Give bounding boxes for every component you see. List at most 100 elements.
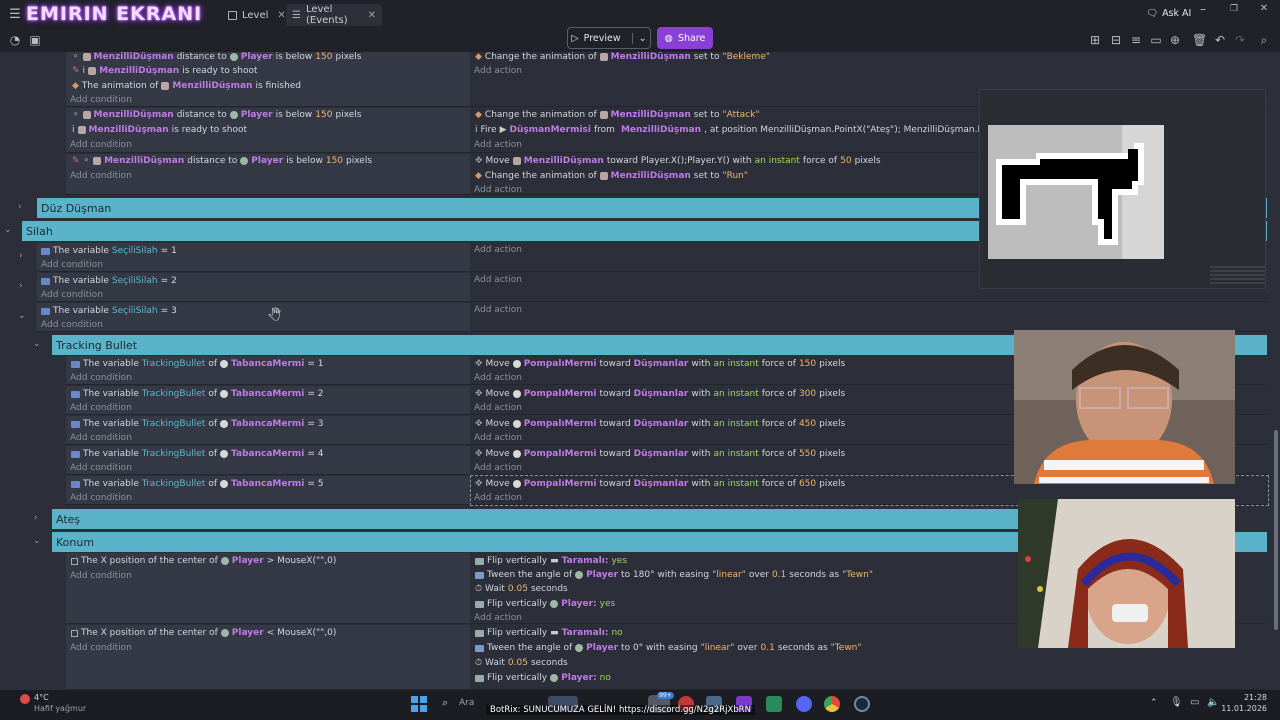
action[interactable]: Flip vertically ▬ Taramalı: no [475, 628, 623, 638]
chevron-down-icon[interactable]: ⌄ [33, 339, 41, 349]
search-icon[interactable]: ⌕ [1257, 33, 1271, 47]
action[interactable]: Flip vertically ▬ Taramalı: yes [475, 556, 627, 566]
hamburger-menu-icon[interactable]: ☰ [8, 8, 22, 22]
share-button[interactable]: ◍ Share [657, 27, 713, 49]
add-action-link[interactable]: Add action [474, 373, 522, 383]
add-condition-link[interactable]: Add condition [70, 373, 132, 383]
action[interactable]: Tween the angle of Player to 180° with e… [475, 570, 873, 580]
action[interactable]: Flip vertically Player: yes [475, 599, 615, 609]
chevron-right-icon[interactable]: › [34, 513, 38, 523]
event-conditions[interactable]: ⚬ MenzilliDüşman distance to Player is b… [66, 52, 470, 107]
condition[interactable]: The variable TrackingBullet of TabancaMermi… [71, 479, 324, 489]
action[interactable]: ✥ Move PompalıMermi toward Düşmanlar with an i… [475, 449, 845, 459]
chevron-up-icon[interactable]: ⌃ [1150, 698, 1158, 708]
event-conditions[interactable]: The variable TrackingBullet of TabancaMermi… [66, 476, 470, 505]
ask-ai-button[interactable]: 🗨 Ask AI [1146, 8, 1191, 19]
condition[interactable]: ⚬ MenzilliDüşman distance to Player is b… [72, 110, 361, 120]
condition[interactable]: ◆ The animation of MenzilliDüşman is fin… [72, 81, 301, 91]
add-condition-link[interactable]: Add condition [70, 463, 132, 473]
add-condition-link[interactable]: Add condition [70, 571, 132, 581]
maximize-icon[interactable]: ❐ [1227, 2, 1241, 16]
network-icon[interactable]: ▭ [1190, 697, 1199, 708]
chevron-right-icon[interactable]: › [19, 251, 23, 261]
taskbar-app-icon[interactable] [766, 696, 782, 712]
condition[interactable]: The variable TrackingBullet of TabancaMermi… [71, 359, 324, 369]
action[interactable]: ✥ Move PompalıMermi toward Düşmanlar with an i… [475, 419, 845, 429]
add-condition-link[interactable]: Add condition [41, 290, 103, 300]
close-window-icon[interactable]: ✕ [1257, 2, 1271, 16]
event-conditions[interactable]: ✎ ⚬ MenzilliDüşman distance to Player is … [66, 154, 470, 195]
condition[interactable]: ✎ ⚬ MenzilliDüşman distance to Player is … [72, 156, 372, 166]
add-action-link[interactable]: Add action [474, 403, 522, 413]
windows-start-icon[interactable] [411, 696, 427, 712]
comment-icon[interactable]: ▭ [1149, 33, 1163, 47]
action[interactable]: ⏱ Wait 0.05 seconds [475, 658, 568, 668]
chrome-icon[interactable] [824, 696, 840, 712]
vertical-scrollbar[interactable] [1274, 430, 1278, 630]
chevron-down-icon[interactable]: ⌄ [631, 32, 647, 44]
action[interactable]: ✥ Move PompalıMermi toward Düşmanlar with an i… [475, 359, 845, 369]
condition[interactable]: i MenzilliDüşman is ready to shoot [72, 125, 247, 135]
condition[interactable]: The variable SeçiliSilah = 1 [41, 246, 177, 256]
condition[interactable]: The variable TrackingBullet of TabancaMermi… [71, 389, 324, 399]
event-conditions[interactable]: The variable TrackingBullet of TabancaMermi… [66, 416, 470, 445]
add-condition-link[interactable]: Add condition [70, 433, 132, 443]
add-action-link[interactable]: Add action [474, 140, 522, 150]
condition[interactable]: The X position of the center of Player >… [71, 556, 336, 566]
add-comment-icon[interactable]: ≡ [1129, 33, 1143, 47]
action[interactable]: ◆ Change the animation of MenzilliDüşman… [475, 171, 748, 181]
action[interactable]: Flip vertically Player: no [475, 673, 611, 683]
event-conditions[interactable]: The variable TrackingBullet of TabancaMermi… [66, 386, 470, 415]
add-condition-link[interactable]: Add condition [70, 140, 132, 150]
add-icon[interactable]: ⊕ [1168, 33, 1182, 47]
chevron-down-icon[interactable]: ⌄ [33, 536, 41, 546]
event-conditions[interactable]: ⚬ MenzilliDüşman distance to Player is b… [66, 108, 470, 153]
condition[interactable]: ✎ i MenzilliDüşman is ready to shoot [72, 66, 258, 76]
add-action-link[interactable]: Add action [474, 245, 522, 255]
steam-icon[interactable] [854, 696, 870, 712]
chevron-down-icon[interactable]: ⌄ [18, 311, 26, 321]
add-action-link[interactable]: Add action [474, 305, 522, 315]
close-icon[interactable]: ✕ [368, 10, 376, 21]
add-condition-link[interactable]: Add condition [70, 95, 132, 105]
condition[interactable]: ⚬ MenzilliDüşman distance to Player is b… [72, 52, 361, 62]
condition[interactable]: The X position of the center of Player <… [71, 628, 336, 638]
condition[interactable]: The variable SeçiliSilah = 3 [41, 306, 177, 316]
add-condition-link[interactable]: Add condition [70, 493, 132, 503]
condition[interactable]: The variable TrackingBullet of TabancaMermi… [71, 449, 324, 459]
add-action-link[interactable]: Add action [474, 493, 522, 503]
tab-level[interactable]: Level ✕ [222, 4, 292, 26]
add-condition-link[interactable]: Add condition [70, 643, 132, 653]
action[interactable]: ◆ Change the animation of MenzilliDüşman… [475, 52, 770, 62]
add-subevent-icon[interactable]: ⊟ [1109, 33, 1123, 47]
add-action-link[interactable]: Add action [474, 613, 522, 623]
chevron-right-icon[interactable]: › [19, 281, 23, 291]
add-condition-link[interactable]: Add condition [41, 260, 103, 270]
event-actions[interactable]: Add action [471, 303, 1268, 332]
add-condition-link[interactable]: Add condition [70, 403, 132, 413]
add-action-link[interactable]: Add action [474, 463, 522, 473]
chevron-down-icon[interactable]: ⌄ [4, 225, 12, 235]
chevron-right-icon[interactable]: › [18, 202, 22, 212]
add-condition-link[interactable]: Add condition [41, 320, 103, 330]
add-condition-link[interactable]: Add condition [70, 171, 132, 181]
microphone-icon[interactable]: 🎙 [1170, 697, 1183, 708]
taskbar-search[interactable]: Ara [459, 698, 474, 708]
clock-time[interactable]: 21:28 [1229, 693, 1267, 702]
undo-icon[interactable]: ↶ [1213, 33, 1227, 47]
add-event-icon[interactable]: ⊞ [1088, 33, 1102, 47]
event-conditions[interactable]: The X position of the center of Player >… [66, 553, 470, 624]
clock-date[interactable]: 11.01.2026 [1219, 704, 1267, 713]
event-conditions[interactable]: The variable SeçiliSilah = 3 Add conditi… [37, 303, 470, 332]
condition[interactable]: The variable TrackingBullet of TabancaMermi… [71, 419, 324, 429]
add-action-link[interactable]: Add action [474, 66, 522, 76]
add-action-link[interactable]: Add action [474, 433, 522, 443]
search-icon[interactable]: ⌕ [442, 696, 448, 710]
tab-level-events[interactable]: ☰ Level (Events) ✕ [286, 4, 382, 26]
project-manager-icon[interactable]: ◔ [8, 33, 22, 47]
preview-button[interactable]: ▷ Preview ⌄ [567, 27, 651, 49]
condition[interactable]: The variable SeçiliSilah = 2 [41, 276, 177, 286]
close-icon[interactable]: ✕ [277, 10, 285, 21]
redo-icon[interactable]: ↷ [1233, 33, 1247, 47]
delete-icon[interactable]: 🗑 [1192, 33, 1207, 47]
